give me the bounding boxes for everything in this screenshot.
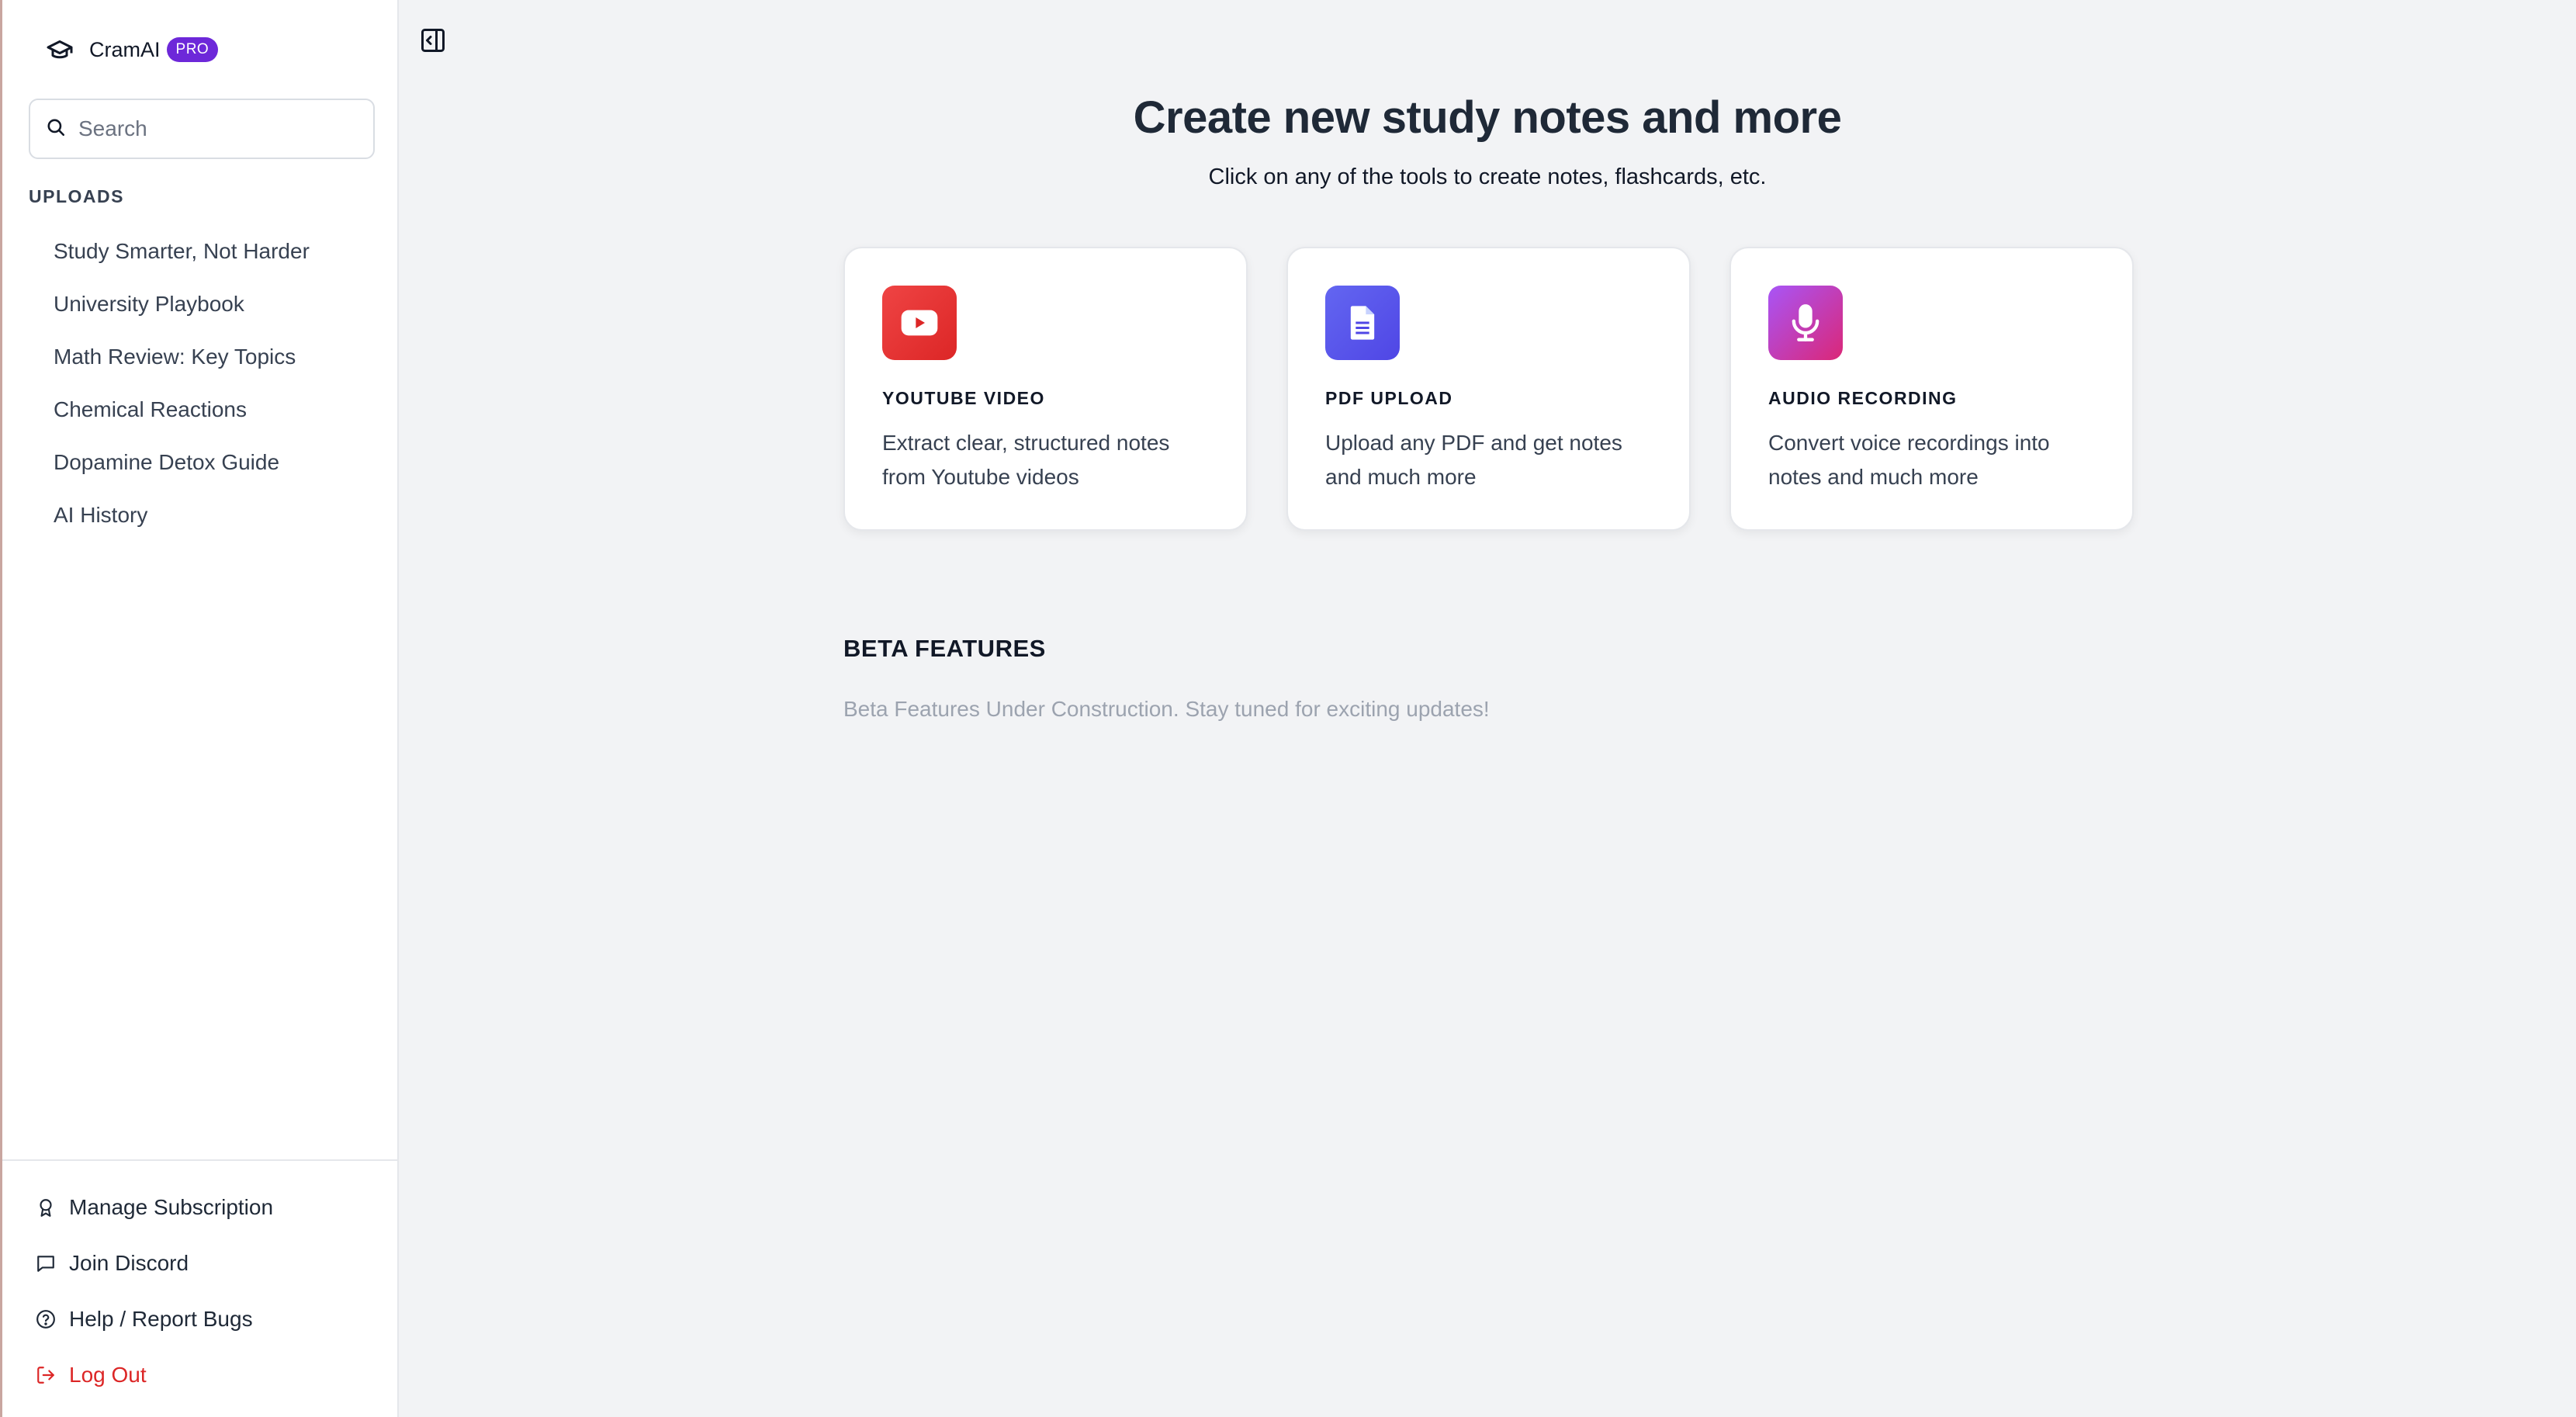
logout-label: Log Out — [69, 1363, 147, 1387]
card-description: Extract clear, structured notes from You… — [882, 431, 1170, 489]
upload-item[interactable]: Study Smarter, Not Harder — [29, 225, 375, 278]
join-discord-label: Join Discord — [69, 1251, 189, 1275]
pro-badge: PRO — [166, 37, 219, 62]
help-report-bugs-label: Help / Report Bugs — [69, 1307, 253, 1331]
upload-item[interactable]: Chemical Reactions — [29, 383, 375, 436]
manage-subscription-label: Manage Subscription — [69, 1195, 274, 1219]
beta-features-message: Beta Features Under Construction. Stay t… — [843, 697, 1490, 721]
brand-name: CramAI — [89, 37, 161, 61]
sidebar: CramAI PRO UPLOADS Study Smarter, Not Ha… — [0, 0, 399, 1417]
search-icon — [46, 117, 66, 141]
upload-item[interactable]: Dopamine Detox Guide — [29, 436, 375, 489]
page-subtitle: Click on any of the tools to create note… — [1208, 165, 1767, 189]
search-input[interactable] — [78, 116, 358, 141]
message-icon — [35, 1252, 57, 1274]
page-title: Create new study notes and more — [1133, 92, 1842, 143]
uploads-list: Study Smarter, Not Harder University Pla… — [29, 225, 375, 542]
help-report-bugs-link[interactable]: Help / Report Bugs — [2, 1291, 397, 1347]
tool-cards: YOUTUBE VIDEO Extract clear, structured … — [843, 247, 2134, 531]
main-content: Create new study notes and more Click on… — [399, 0, 2576, 1417]
card-description: Convert voice recordings into notes and … — [1768, 431, 2050, 489]
pdf-upload-card[interactable]: PDF UPLOAD Upload any PDF and get notes … — [1286, 247, 1691, 531]
microphone-icon — [1768, 286, 1843, 360]
join-discord-link[interactable]: Join Discord — [2, 1235, 397, 1291]
card-description: Upload any PDF and get notes and much mo… — [1325, 431, 1622, 489]
sidebar-footer: Manage Subscription Join Discord Help / … — [2, 1159, 397, 1403]
app: CramAI PRO UPLOADS Study Smarter, Not Ha… — [0, 0, 2576, 1417]
youtube-video-card[interactable]: YOUTUBE VIDEO Extract clear, structured … — [843, 247, 1248, 531]
card-title: YOUTUBE VIDEO — [882, 388, 1045, 408]
award-icon — [35, 1197, 57, 1218]
manage-subscription-link[interactable]: Manage Subscription — [2, 1180, 397, 1235]
logout-icon — [35, 1364, 57, 1386]
youtube-icon — [882, 286, 957, 360]
card-title: PDF UPLOAD — [1325, 388, 1453, 408]
uploads-heading: UPLOADS — [29, 186, 124, 206]
upload-item[interactable]: University Playbook — [29, 278, 375, 331]
card-title: AUDIO RECORDING — [1768, 388, 1958, 408]
document-icon — [1325, 286, 1400, 360]
upload-item[interactable]: AI History — [29, 489, 375, 542]
upload-item[interactable]: Math Review: Key Topics — [29, 331, 375, 383]
graduation-cap-icon — [43, 33, 77, 67]
search-box[interactable] — [29, 99, 375, 159]
logout-button[interactable]: Log Out — [2, 1347, 397, 1403]
beta-features-heading: BETA FEATURES — [843, 635, 1046, 662]
brand[interactable]: CramAI PRO — [43, 33, 219, 67]
audio-recording-card[interactable]: AUDIO RECORDING Convert voice recordings… — [1729, 247, 2134, 531]
help-circle-icon — [35, 1308, 57, 1330]
